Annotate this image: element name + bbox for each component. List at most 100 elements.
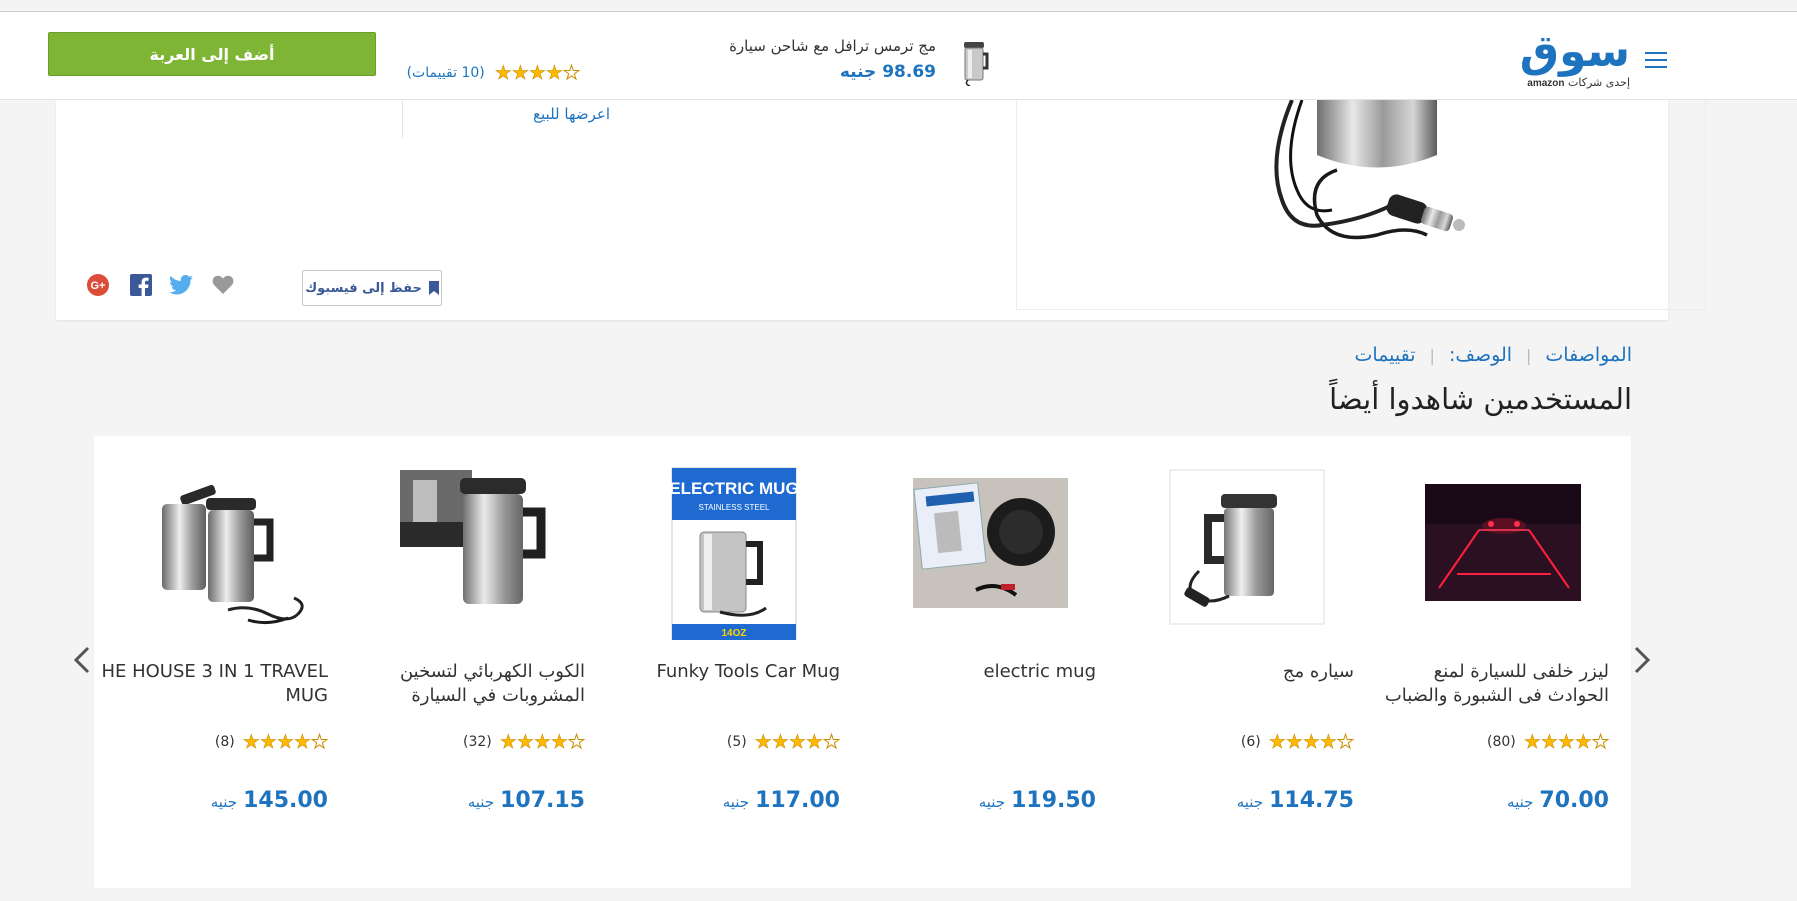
section-title: المستخدمين شاهدوا أيضاً: [1329, 382, 1632, 416]
rating-stars: ★ ★ ★ ★ ★: [1523, 730, 1609, 753]
tab-separator: |: [1429, 345, 1435, 365]
star-filled-icon: ★: [788, 730, 807, 753]
star-filled-icon: ★: [499, 730, 517, 753]
star-empty-icon: ★: [310, 730, 328, 753]
star-empty-icon: ★: [822, 730, 840, 753]
sell-it-link[interactable]: اعرضها للبيع: [460, 105, 610, 123]
star-filled-icon: ★: [1285, 730, 1304, 753]
product-rating: (32) ★ ★ ★ ★ ★: [355, 730, 585, 754]
star-filled-icon: ★: [533, 730, 552, 753]
mug-set-photo[interactable]: [98, 460, 328, 640]
star-filled-icon: ★: [1523, 730, 1541, 753]
rating-count-link[interactable]: (10 تقييمات): [407, 65, 485, 81]
star-filled-icon: ★: [511, 61, 530, 84]
star-filled-icon: ★: [550, 730, 569, 753]
product-price: 145.00جنيه: [210, 788, 328, 813]
product-card: [56, 99, 1706, 320]
star-filled-icon: ★: [545, 61, 564, 84]
sticky-rating[interactable]: ★ ★ ★ ★ ★ (10 تقييمات): [394, 61, 581, 84]
svg-text:G+: G+: [91, 280, 106, 292]
product-rating: (8) ★ ★ ★ ★ ★: [98, 730, 329, 754]
star-filled-icon: ★: [276, 730, 295, 753]
carousel-item[interactable]: الكوب الكهربائي لتسخين المشروبات في السي…: [355, 460, 586, 840]
star-filled-icon: ★: [494, 61, 512, 84]
carousel-item[interactable]: HE HOUSE 3 IN 1 TRAVEL MUG (8) ★ ★ ★ ★ ★ 145…: [98, 460, 329, 840]
star-filled-icon: ★: [1557, 730, 1576, 753]
star-filled-icon: ★: [1268, 730, 1286, 753]
rating-count: (8): [214, 734, 235, 750]
star-filled-icon: ★: [771, 730, 790, 753]
logo-word: سوق: [1519, 26, 1631, 77]
tab-separator: |: [1526, 345, 1532, 365]
product-tabs: المواصفات | الوصف: | تقييمات: [1300, 340, 1632, 370]
star-empty-icon: ★: [1336, 730, 1354, 753]
star-filled-icon: ★: [516, 730, 535, 753]
star-filled-icon: ★: [242, 730, 260, 753]
product-name[interactable]: electric mug: [866, 660, 1097, 684]
product-name[interactable]: الكوب الكهربائي لتسخين المشروبات في السي…: [355, 660, 585, 708]
electric-mug-box-photo[interactable]: ELECTRIC MUG STAINLESS STEEL 14OZ: [610, 460, 840, 640]
star-filled-icon: ★: [1302, 730, 1321, 753]
rating-count: (80): [1487, 734, 1516, 750]
logo-subtitle: إحدى شركات amazon: [1527, 76, 1630, 89]
rating-stars: ★ ★ ★ ★ ★: [494, 61, 580, 84]
rating-stars: ★ ★ ★ ★ ★: [499, 730, 585, 753]
star-filled-icon: ★: [1540, 730, 1559, 753]
product-image-frame: [1016, 99, 1707, 310]
star-filled-icon: ★: [293, 730, 312, 753]
save-to-facebook-button[interactable]: حفظ إلى فيسبوك: [302, 270, 442, 306]
product-rating: (6) ★ ★ ★ ★ ★: [1124, 730, 1355, 754]
chevron-left-icon[interactable]: [70, 645, 94, 675]
product-name[interactable]: ليزر خلفى للسيارة لمنع الحوادث فى الشبور…: [1379, 660, 1609, 708]
product-main-image[interactable]: [1017, 99, 1707, 310]
mug-photo[interactable]: [355, 460, 585, 640]
rating-stars: ★ ★ ★ ★ ★: [1268, 730, 1354, 753]
rating-stars: ★ ★ ★ ★ ★: [242, 730, 328, 753]
product-price: 119.50جنيه: [978, 788, 1096, 813]
rating-stars: ★ ★ ★ ★ ★: [754, 730, 840, 753]
star-filled-icon: ★: [1319, 730, 1338, 753]
carousel-item[interactable]: ELECTRIC MUG STAINLESS STEEL 14OZ Funky …: [610, 460, 841, 840]
product-name[interactable]: سياره مج: [1124, 660, 1354, 684]
product-price: 114.75جنيه: [1236, 788, 1354, 813]
star-empty-icon: ★: [567, 730, 585, 753]
twitter-icon[interactable]: [168, 272, 194, 298]
rating-count: (6): [1240, 734, 1261, 750]
google-plus-icon[interactable]: G+: [85, 272, 111, 298]
product-rating: [866, 730, 1096, 754]
svg-text:ELECTRIC MUG: ELECTRIC MUG: [669, 479, 798, 498]
star-empty-icon: ★: [1591, 730, 1609, 753]
svg-text:STAINLESS STEEL: STAINLESS STEEL: [699, 503, 771, 512]
tab-reviews[interactable]: تقييمات: [1355, 344, 1416, 366]
sticky-product-header: سوق إحدى شركات amazon مج ترمس ترافل مع ش…: [0, 12, 1797, 100]
carousel-item[interactable]: electric mug 119.50جنيه: [866, 460, 1096, 840]
rating-count: (5): [726, 734, 747, 750]
sticky-product-title: مج ترمس ترافل مع شاحن سيارة: [729, 37, 936, 55]
heart-icon[interactable]: [210, 272, 236, 298]
star-filled-icon: ★: [259, 730, 278, 753]
tab-specifications[interactable]: المواصفات: [1545, 344, 1632, 366]
add-to-cart-button[interactable]: أضف إلى العربة: [48, 32, 376, 76]
mug-box-photo[interactable]: [866, 460, 1096, 640]
facebook-icon[interactable]: [128, 272, 154, 298]
product-rating: (5) ★ ★ ★ ★ ★: [610, 730, 841, 754]
carousel-item[interactable]: سياره مج (6) ★ ★ ★ ★ ★ 114.75جنيه: [1124, 460, 1355, 840]
chevron-right-icon[interactable]: [1630, 645, 1654, 675]
carousel-item[interactable]: ليزر خلفى للسيارة لمنع الحوادث فى الشبور…: [1379, 460, 1610, 840]
column-divider: [402, 100, 403, 138]
mug-photo[interactable]: [1124, 460, 1354, 640]
product-price: 117.00جنيه: [722, 788, 840, 813]
product-rating: (80) ★ ★ ★ ★ ★: [1379, 730, 1609, 754]
star-empty-icon: ★: [562, 61, 580, 84]
save-to-facebook-label: حفظ إلى فيسبوك: [305, 280, 422, 296]
product-name[interactable]: Funky Tools Car Mug: [610, 660, 841, 684]
product-price: 70.00جنيه: [1507, 788, 1609, 813]
tab-description[interactable]: الوصف:: [1449, 344, 1512, 366]
laser-photo[interactable]: [1379, 460, 1609, 640]
product-thumbnail[interactable]: [960, 40, 990, 86]
souq-logo[interactable]: سوق إحدى شركات amazon: [1519, 26, 1631, 92]
sticky-product-price: 98.69 جنيه: [839, 62, 936, 82]
product-name[interactable]: HE HOUSE 3 IN 1 TRAVEL MUG: [98, 660, 328, 708]
svg-text:14OZ: 14OZ: [721, 628, 746, 639]
menu-icon[interactable]: [1645, 52, 1667, 72]
